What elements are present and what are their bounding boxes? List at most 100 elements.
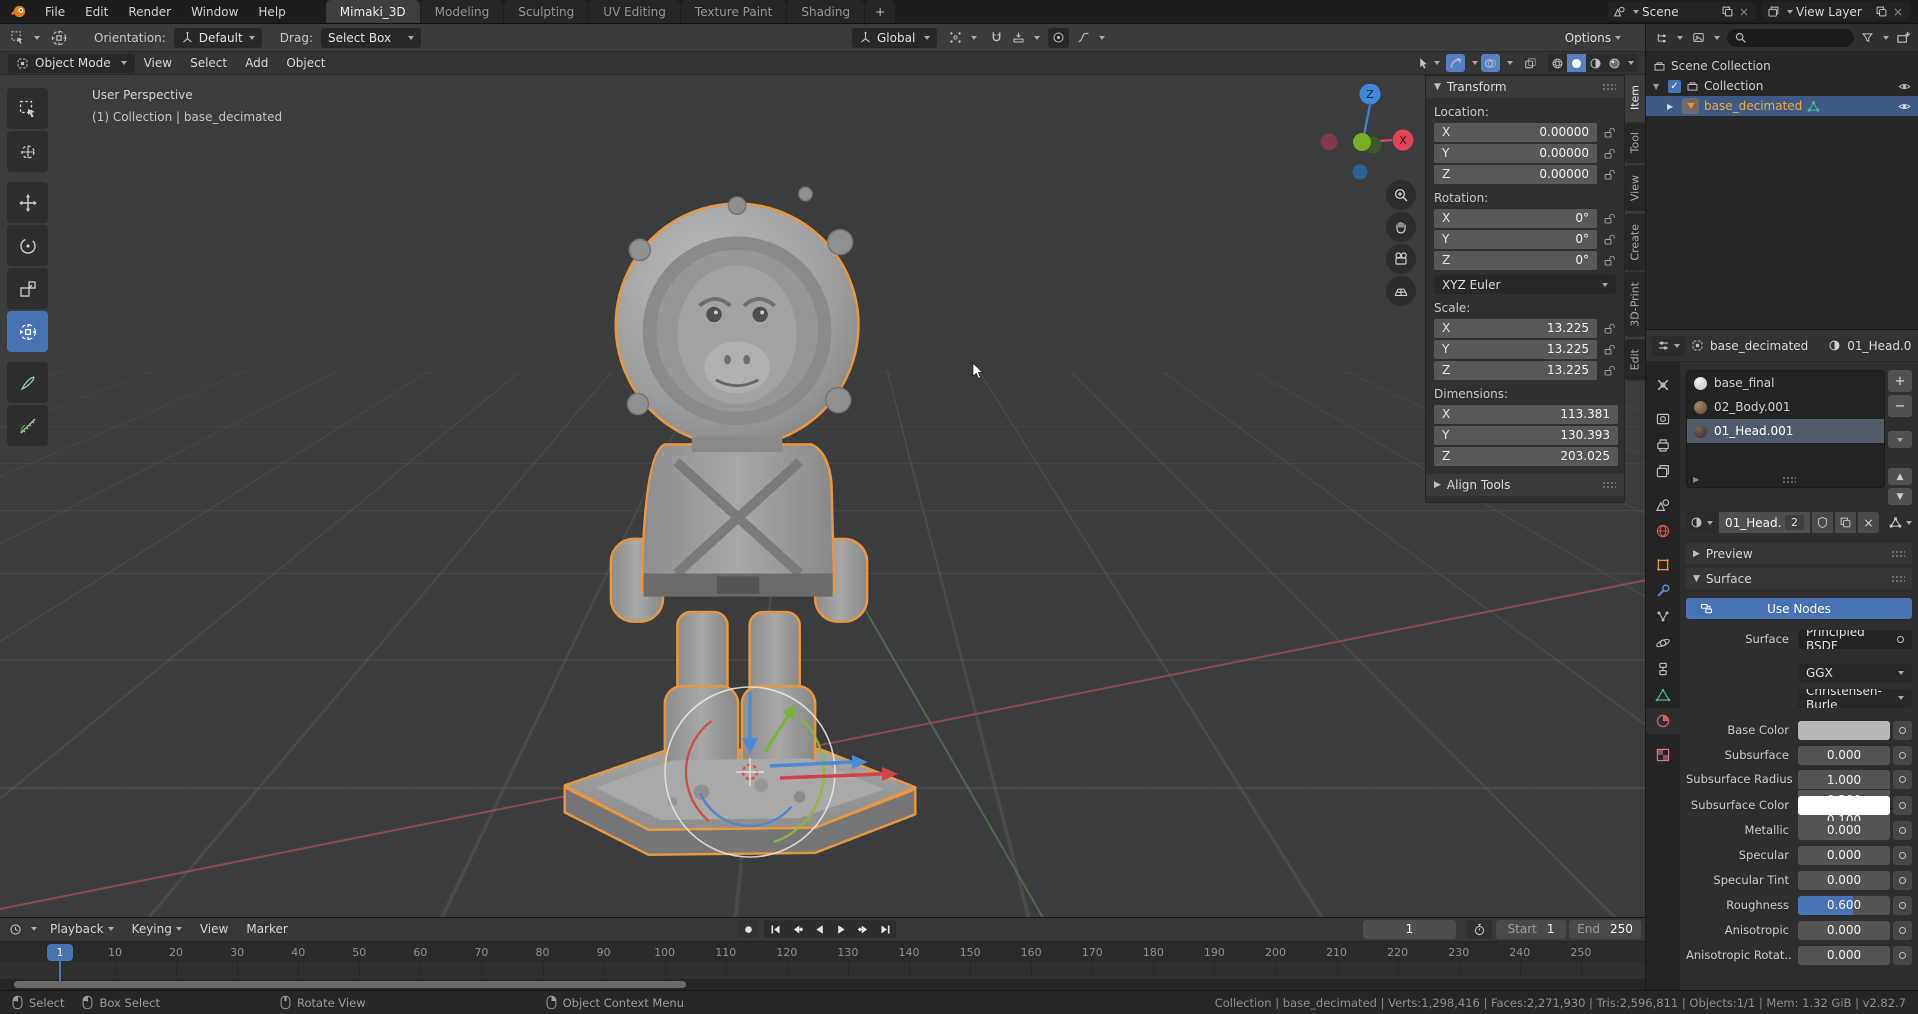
workspace-tab-texture-paint[interactable]: Texture Paint xyxy=(680,0,787,23)
material-users-count[interactable]: 2 xyxy=(1785,515,1804,530)
n-panel-tab-tool[interactable]: Tool xyxy=(1625,122,1645,164)
outliner[interactable]: Scene Collection ▼ ✓ Collection ▶ base_d… xyxy=(1646,52,1918,330)
hide-in-viewport-eye-icon[interactable] xyxy=(1898,80,1911,93)
list-resize-grip[interactable] xyxy=(1781,475,1796,484)
timeline-track-area[interactable] xyxy=(0,962,1645,980)
base-color-swatch[interactable] xyxy=(1798,720,1890,740)
tool-transform[interactable] xyxy=(7,311,48,352)
menu-help[interactable]: Help xyxy=(248,0,295,23)
tool-scale[interactable] xyxy=(7,268,48,309)
tool-move[interactable] xyxy=(7,182,48,223)
outliner-row-object-selected[interactable]: ▶ base_decimated xyxy=(1646,96,1918,116)
3d-viewport[interactable]: Object Mode View Select Add Object User … xyxy=(0,52,1645,917)
link-mode-dropdown[interactable] xyxy=(1889,516,1912,529)
remove-view-layer-icon[interactable]: × xyxy=(1891,5,1905,19)
outliner-search-input[interactable] xyxy=(1727,28,1854,47)
menu-window[interactable]: Window xyxy=(181,0,248,23)
collection-checkbox[interactable]: ✓ xyxy=(1668,79,1681,93)
anisotropic-field[interactable]: 0.000 xyxy=(1798,920,1890,940)
panel-grip[interactable] xyxy=(1602,83,1616,91)
lock-icon[interactable] xyxy=(1601,147,1618,160)
shading-rendered-button[interactable] xyxy=(1605,54,1624,72)
socket-button[interactable] xyxy=(1893,795,1912,815)
axis-neg-x-ball[interactable] xyxy=(1320,133,1338,151)
panel-grip[interactable] xyxy=(1602,481,1616,489)
new-material-button[interactable] xyxy=(1835,512,1856,533)
material-slot-01_Head.001[interactable]: 01_Head.001 xyxy=(1687,419,1884,443)
browse-material-dropdown[interactable] xyxy=(1686,512,1717,533)
dimensions-y-field[interactable]: Y 130.393 xyxy=(1434,425,1618,445)
outliner-display-mode[interactable] xyxy=(1653,28,1685,48)
socket-button[interactable] xyxy=(1893,895,1912,915)
viewport-perspective-button[interactable] xyxy=(1386,276,1416,306)
previous-keyframe-button[interactable] xyxy=(786,920,808,938)
shading-dropdown[interactable] xyxy=(1624,54,1637,72)
n-panel-tab-edit[interactable]: Edit xyxy=(1625,338,1645,381)
new-view-layer-icon[interactable] xyxy=(1875,5,1888,18)
preview-panel-header[interactable]: ▶ Preview xyxy=(1686,543,1912,564)
show-overlays-toggle[interactable] xyxy=(1481,54,1500,72)
dimensions-x-field[interactable]: X 113.381 xyxy=(1434,404,1618,424)
properties-tab-object-data[interactable] xyxy=(1646,682,1680,708)
properties-tab-world[interactable] xyxy=(1646,518,1680,544)
properties-tab-render[interactable] xyxy=(1646,406,1680,432)
scene-selector[interactable]: Scene × xyxy=(1608,2,1756,21)
material-name-field[interactable]: 01_Head.0.. 2 xyxy=(1719,512,1810,533)
viewport-menu-add[interactable]: Add xyxy=(236,56,277,70)
mode-dropdown[interactable]: Object Mode xyxy=(8,53,135,73)
tool-select-box[interactable] xyxy=(7,88,48,129)
properties-tab-scene[interactable] xyxy=(1646,492,1680,518)
roughness-slider[interactable]: 0.600 xyxy=(1798,895,1890,915)
unlink-scene-icon[interactable]: × xyxy=(1737,5,1751,19)
blender-logo-icon[interactable] xyxy=(0,0,35,23)
shading-material-button[interactable] xyxy=(1586,54,1605,72)
socket-button[interactable] xyxy=(1893,720,1912,740)
outliner-row-collection[interactable]: ▼ ✓ Collection xyxy=(1646,76,1918,96)
view-layer-selector[interactable]: View Layer × xyxy=(1762,2,1910,21)
jump-to-start-button[interactable] xyxy=(764,920,786,938)
lock-icon[interactable] xyxy=(1601,233,1618,246)
list-filter-toggle[interactable]: ▶ xyxy=(1693,475,1699,484)
shading-wireframe-button[interactable] xyxy=(1548,54,1567,72)
options-dropdown[interactable]: Options xyxy=(1565,31,1621,45)
socket-button[interactable] xyxy=(1893,920,1912,940)
lock-icon[interactable] xyxy=(1601,254,1618,267)
align-tools-panel-header[interactable]: ▶ Align Tools xyxy=(1426,474,1624,496)
new-scene-icon[interactable] xyxy=(1721,5,1734,18)
next-keyframe-button[interactable] xyxy=(852,920,874,938)
show-gizmo-toggle[interactable] xyxy=(1446,54,1465,72)
viewport-menu-select[interactable]: Select xyxy=(181,56,236,70)
slot-specials-dropdown[interactable] xyxy=(1888,431,1912,448)
properties-tab-physics[interactable] xyxy=(1646,630,1680,656)
workspace-tab-mimaki-3d[interactable]: Mimaki_3D xyxy=(325,0,420,23)
lock-icon[interactable] xyxy=(1601,322,1618,335)
timeline-menu-keying[interactable]: Keying xyxy=(124,922,190,936)
timeline-ruler[interactable]: 1 10 20 30 40 50 60 70 80 90 100 110 120 130 140 150 16… xyxy=(0,940,1645,981)
orientation-dropdown[interactable]: Default xyxy=(173,27,262,48)
viewport-menu-view[interactable]: View xyxy=(135,56,181,70)
outliner-row-scene-collection[interactable]: Scene Collection xyxy=(1646,56,1918,76)
specular-tint-field[interactable]: 0.000 xyxy=(1798,870,1890,890)
tool-measure[interactable] xyxy=(7,405,48,446)
record-button[interactable] xyxy=(737,920,759,939)
transform-gizmo[interactable] xyxy=(630,652,930,892)
n-panel-tab-view[interactable]: View xyxy=(1625,165,1645,212)
panel-grip[interactable] xyxy=(1891,574,1905,583)
properties-tab-texture[interactable] xyxy=(1646,742,1680,768)
scale-y-field[interactable]: Y 13.225 xyxy=(1434,339,1597,359)
socket-button[interactable] xyxy=(1893,820,1912,840)
timeline-menu-marker[interactable]: Marker xyxy=(238,922,295,936)
subsurface-field[interactable]: 0.000 xyxy=(1798,745,1890,765)
workspace-tab-uv-editing[interactable]: UV Editing xyxy=(589,0,680,23)
breadcrumb-material[interactable]: 01_Head.00 xyxy=(1847,339,1912,353)
breadcrumb-object[interactable]: base_decimated xyxy=(1710,339,1808,353)
use-preview-range-button[interactable] xyxy=(1466,919,1492,939)
frame-start-field[interactable]: Start 1 xyxy=(1496,919,1566,939)
timeline-scroll-track[interactable] xyxy=(0,979,1645,990)
tool-gizmo-icon[interactable] xyxy=(50,29,68,47)
anisotropic-rotation-field[interactable]: 0.000 xyxy=(1798,945,1890,965)
menu-render[interactable]: Render xyxy=(118,0,181,23)
n-panel-tab-item[interactable]: Item xyxy=(1625,75,1645,121)
workspace-tab-shading[interactable]: Shading xyxy=(787,0,865,23)
transform-panel-header[interactable]: ▼ Transform xyxy=(1426,76,1624,98)
